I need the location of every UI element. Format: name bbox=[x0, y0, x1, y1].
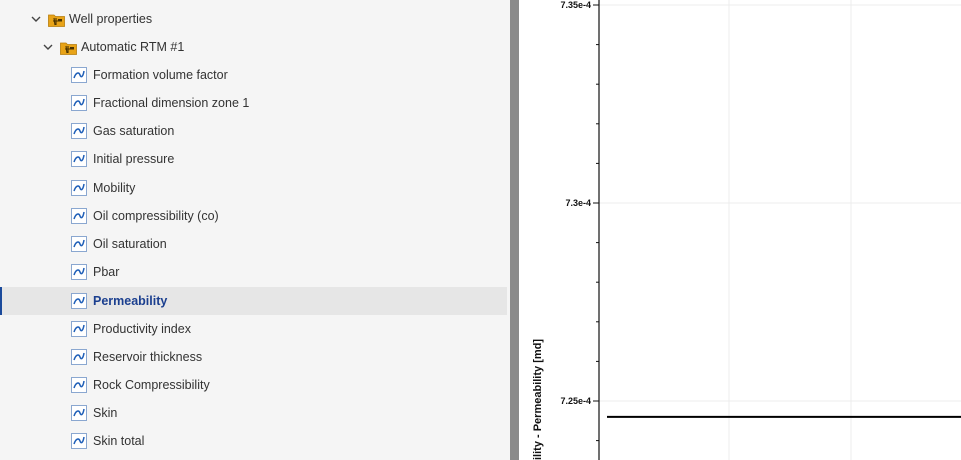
curve-icon bbox=[71, 349, 87, 365]
tree-panel: Well properties Automatic RTM #1 Formati… bbox=[0, 0, 510, 460]
chart-area: 7.35e-4 7.3e-4 7.25e-4 ility - Permeabilit… bbox=[519, 0, 961, 460]
tree-item-label: Oil compressibility (co) bbox=[93, 209, 219, 223]
chevron-down-icon[interactable] bbox=[43, 42, 53, 52]
well-folder-icon bbox=[48, 14, 65, 27]
tree-item-label: Oil saturation bbox=[93, 237, 167, 251]
curve-icon bbox=[71, 433, 87, 449]
tree-group-label: Automatic RTM #1 bbox=[81, 40, 185, 54]
tree-item-skin-total[interactable]: Skin total bbox=[0, 427, 507, 455]
y-axis-tick-labels: 7.35e-4 7.3e-4 7.25e-4 bbox=[560, 0, 591, 406]
tree-item-label: Fractional dimension zone 1 bbox=[93, 96, 250, 110]
tree-item-label: Mobility bbox=[93, 181, 136, 195]
curve-icon bbox=[71, 180, 87, 196]
panel-splitter[interactable] bbox=[510, 0, 519, 460]
y-axis-ticks bbox=[593, 4, 599, 442]
tree-item-label: Rock Compressibility bbox=[93, 378, 210, 392]
tree-item-oil-saturation[interactable]: Oil saturation bbox=[0, 230, 507, 258]
curve-icon bbox=[71, 67, 87, 83]
tree-item-label: Skin total bbox=[93, 434, 145, 448]
tree-group-well-properties[interactable]: Well properties bbox=[0, 5, 507, 33]
curve-icon bbox=[71, 95, 87, 111]
tree-item-skin[interactable]: Skin bbox=[0, 399, 507, 427]
tree-item-mobility[interactable]: Mobility bbox=[0, 174, 507, 202]
tree-item-label: Gas saturation bbox=[93, 124, 175, 138]
curve-icon bbox=[71, 405, 87, 421]
tree-item-oil-compressibility[interactable]: Oil compressibility (co) bbox=[0, 202, 507, 230]
tree-item-rock-compressibility[interactable]: Rock Compressibility bbox=[0, 371, 507, 399]
chevron-down-icon[interactable] bbox=[31, 14, 41, 24]
tree-item-label: Initial pressure bbox=[93, 152, 175, 166]
tree-item-fractional-dimension[interactable]: Fractional dimension zone 1 bbox=[0, 89, 507, 117]
tree-item-label: Permeability bbox=[93, 294, 168, 308]
y-axis-title: ility - Permeability [md] bbox=[532, 339, 544, 460]
well-folder-icon bbox=[60, 42, 77, 55]
curve-icon bbox=[71, 151, 87, 167]
chart-grid-horizontal bbox=[599, 4, 961, 402]
curve-icon bbox=[71, 123, 87, 139]
tree-item-label: Skin bbox=[93, 406, 118, 420]
tree-group-label: Well properties bbox=[69, 12, 153, 26]
tree-group-automatic-rtm[interactable]: Automatic RTM #1 bbox=[0, 33, 507, 61]
tree-item-formation-volume-factor[interactable]: Formation volume factor bbox=[0, 61, 507, 89]
tree-item-permeability[interactable]: Permeability bbox=[0, 287, 507, 315]
chart-grid bbox=[728, 0, 852, 460]
tree-item-initial-pressure[interactable]: Initial pressure bbox=[0, 145, 507, 173]
tree-item-label: Productivity index bbox=[93, 322, 191, 336]
tree-item-label: Formation volume factor bbox=[93, 68, 228, 82]
tree-item-label: Reservoir thickness bbox=[93, 350, 203, 364]
tree-item-pbar[interactable]: Pbar bbox=[0, 258, 507, 286]
tree-item-gas-saturation[interactable]: Gas saturation bbox=[0, 117, 507, 145]
curve-icon bbox=[71, 264, 87, 280]
permeability-chart: 7.35e-4 7.3e-4 7.25e-4 ility - Permeabilit… bbox=[532, 0, 961, 460]
curve-icon bbox=[71, 236, 87, 252]
tree-item-reservoir-thickness[interactable]: Reservoir thickness bbox=[0, 343, 507, 371]
tree-item-productivity-index[interactable]: Productivity index bbox=[0, 315, 507, 343]
tree-item-label: Pbar bbox=[93, 265, 120, 279]
curve-icon bbox=[71, 377, 87, 393]
y-tick-label: 7.35e-4 bbox=[560, 0, 591, 10]
curve-icon bbox=[71, 321, 87, 337]
curve-icon bbox=[71, 293, 87, 309]
y-tick-label: 7.3e-4 bbox=[565, 198, 591, 208]
y-tick-label: 7.25e-4 bbox=[560, 396, 591, 406]
curve-icon bbox=[71, 208, 87, 224]
